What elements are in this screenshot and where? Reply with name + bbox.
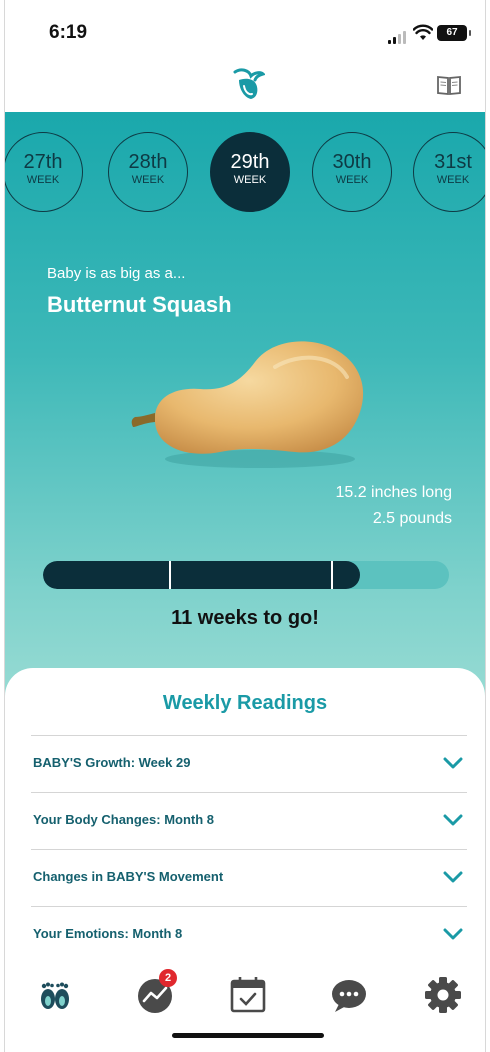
bird-logo-icon[interactable] bbox=[231, 66, 265, 102]
progress-fill bbox=[43, 561, 360, 589]
chevron-down-icon[interactable] bbox=[443, 927, 463, 941]
trimester-marker bbox=[169, 561, 171, 589]
book-icon[interactable] bbox=[436, 74, 462, 96]
readings-list: BABY'S Growth: Week 29 Your Body Changes… bbox=[31, 735, 467, 963]
wifi-icon bbox=[413, 24, 433, 40]
week-27-button[interactable]: 27th WEEK bbox=[5, 132, 83, 212]
tab-baby[interactable] bbox=[35, 975, 75, 1015]
calendar-check-icon bbox=[230, 977, 266, 1013]
weeks-to-go-text: 11 weeks to go! bbox=[171, 607, 319, 629]
week-28-button[interactable]: 28th WEEK bbox=[108, 132, 188, 212]
chat-bubble-icon bbox=[332, 980, 366, 1012]
fruit-name: Butternut Squash bbox=[47, 292, 232, 317]
baby-weight: 2.5 pounds bbox=[372, 510, 452, 527]
app-header bbox=[5, 60, 485, 112]
week-29-button[interactable]: 29th WEEK bbox=[210, 132, 290, 212]
week-number: 30th bbox=[332, 151, 372, 173]
pregnancy-progress-bar bbox=[43, 561, 449, 589]
reading-label: Changes in BABY'S Movement bbox=[33, 869, 224, 884]
week-selector: 27th WEEK 28th WEEK 29th WEEK 30th WEEK … bbox=[5, 132, 485, 214]
week-overview: 27th WEEK 28th WEEK 29th WEEK 30th WEEK … bbox=[5, 112, 485, 712]
home-indicator[interactable] bbox=[172, 1033, 324, 1038]
chevron-down-icon[interactable] bbox=[443, 870, 463, 884]
week-label: WEEK bbox=[26, 174, 60, 186]
butternut-squash-image bbox=[131, 341, 364, 468]
tab-chat[interactable] bbox=[329, 975, 369, 1015]
reading-item-baby-growth[interactable]: BABY'S Growth: Week 29 bbox=[31, 735, 467, 792]
week-label: WEEK bbox=[335, 174, 369, 186]
tab-settings[interactable] bbox=[423, 975, 463, 1015]
bottom-tab-bar: 2 bbox=[5, 969, 485, 1019]
phone-screen: 6:19 67 27th WEEK 28th WEEK 29th WEEK 30… bbox=[4, 0, 486, 1052]
battery-icon: 67 bbox=[437, 25, 471, 41]
notification-badge: 2 bbox=[159, 969, 177, 987]
reading-label: Your Body Changes: Month 8 bbox=[33, 812, 215, 827]
week-number: 31st bbox=[434, 151, 472, 173]
gear-icon bbox=[425, 977, 461, 1013]
week-31-button[interactable]: 31st WEEK bbox=[413, 132, 485, 212]
baby-length: 15.2 inches long bbox=[335, 484, 452, 501]
signal-icon bbox=[388, 30, 408, 44]
chevron-down-icon[interactable] bbox=[443, 756, 463, 770]
tab-calendar[interactable] bbox=[228, 975, 268, 1015]
week-number: 27th bbox=[23, 151, 63, 173]
status-bar: 6:19 67 bbox=[5, 0, 485, 60]
baby-feet-icon bbox=[41, 982, 69, 1009]
status-time: 6:19 bbox=[49, 22, 88, 43]
reading-label: BABY'S Growth: Week 29 bbox=[33, 755, 191, 770]
size-intro-text: Baby is as big as a... bbox=[47, 265, 186, 282]
reading-item-baby-movement[interactable]: Changes in BABY'S Movement bbox=[31, 849, 467, 906]
week-label: WEEK bbox=[436, 174, 470, 186]
tab-progress[interactable]: 2 bbox=[135, 969, 177, 1015]
week-label: WEEK bbox=[131, 174, 165, 186]
trimester-marker bbox=[331, 561, 333, 589]
reading-label: Your Emotions: Month 8 bbox=[33, 926, 183, 941]
week-number: 29th bbox=[230, 151, 270, 173]
week-number: 28th bbox=[128, 151, 168, 173]
chevron-down-icon[interactable] bbox=[443, 813, 463, 827]
readings-title: Weekly Readings bbox=[162, 692, 328, 714]
week-30-button[interactable]: 30th WEEK bbox=[312, 132, 392, 212]
week-label: WEEK bbox=[233, 174, 267, 186]
reading-item-body-changes[interactable]: Your Body Changes: Month 8 bbox=[31, 792, 467, 849]
reading-item-emotions[interactable]: Your Emotions: Month 8 bbox=[31, 906, 467, 963]
